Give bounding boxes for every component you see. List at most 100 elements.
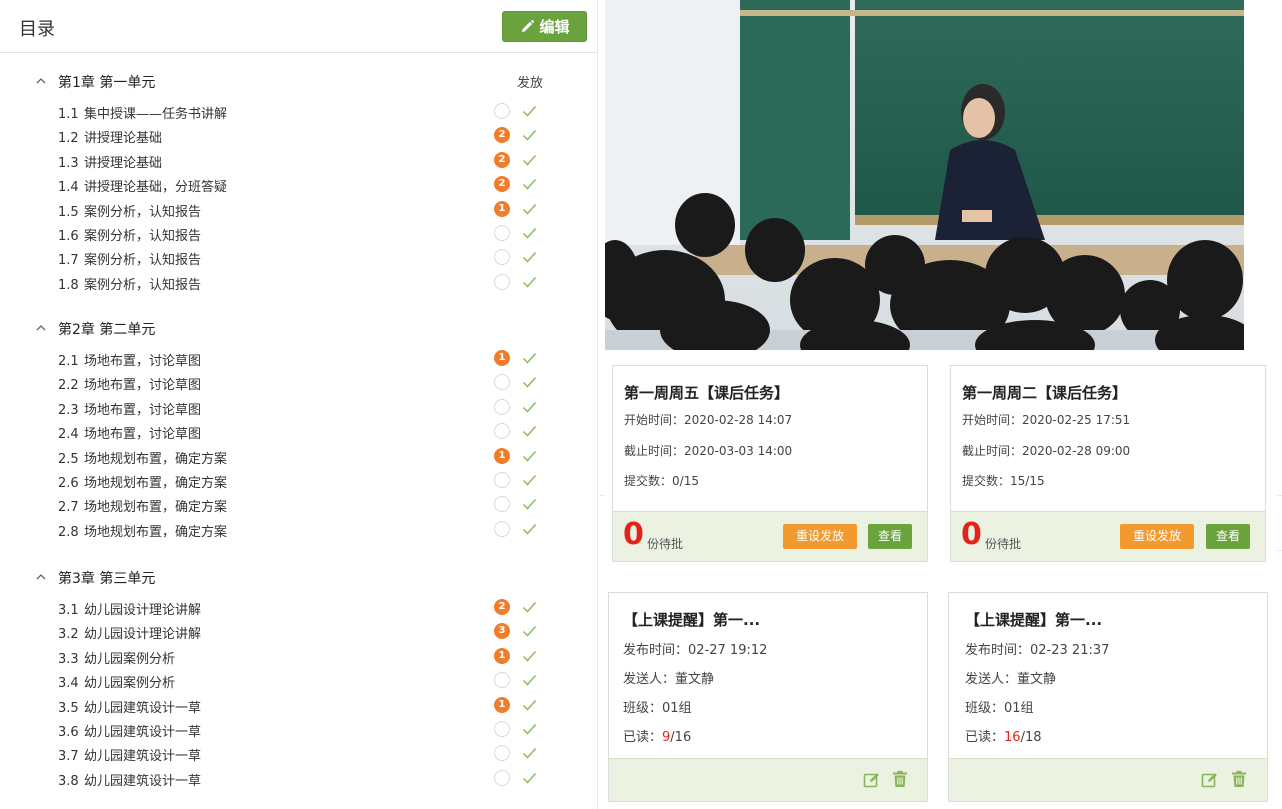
- notice-class: 班级：01组: [965, 701, 1034, 716]
- checkmark-icon[interactable]: [522, 226, 537, 240]
- checkmark-icon[interactable]: [522, 104, 537, 118]
- lesson-item[interactable]: 1.4 讲授理论基础，分班答疑 2: [0, 173, 598, 197]
- lesson-item[interactable]: 1.3 讲授理论基础 2: [0, 149, 598, 173]
- checkmark-icon[interactable]: [522, 722, 537, 736]
- pending-count: 0: [623, 517, 644, 552]
- lesson-item[interactable]: 1.2 讲授理论基础 2: [0, 124, 598, 148]
- notice-publish-time: 发布时间：02-27 19:12: [623, 643, 768, 658]
- chevron-up-icon[interactable]: [36, 572, 46, 582]
- notice-card[interactable]: 【上课提醒】第一... 发布时间：02-27 19:12 发送人：董文静 班级：…: [608, 592, 928, 802]
- checkmark-icon[interactable]: [522, 624, 537, 638]
- checkmark-icon[interactable]: [522, 153, 537, 167]
- lesson-item[interactable]: 1.8 案例分析，认知报告: [0, 271, 598, 295]
- task-card[interactable]: 第一周周二【课后任务】 开始时间：2020-02-25 17:51 截止时间：2…: [950, 365, 1266, 562]
- task-card[interactable]: 第一周周五【课后任务】 开始时间：2020-02-28 14:07 截止时间：2…: [612, 365, 928, 562]
- chapter-title: 第1章 第一单元: [58, 75, 156, 91]
- lesson-title: 2.5 场地规划布置，确定方案: [58, 451, 228, 467]
- checkmark-icon[interactable]: [522, 649, 537, 663]
- checkmark-icon[interactable]: [522, 424, 537, 438]
- count-badge: 2: [494, 599, 510, 615]
- task-submissions: 提交数：0/15: [624, 474, 699, 488]
- checkmark-icon[interactable]: [522, 177, 537, 191]
- lesson-title: 1.7 案例分析，认知报告: [58, 253, 202, 269]
- lesson-item[interactable]: 1.1 集中授课——任务书讲解: [0, 100, 598, 124]
- checkmark-icon[interactable]: [522, 522, 537, 536]
- task-footer: 0 份待批 重设发放 查看: [951, 511, 1265, 561]
- notice-footer: [949, 758, 1267, 801]
- chapter-header[interactable]: 第1章 第一单元: [0, 70, 598, 94]
- lesson-item[interactable]: 1.5 案例分析，认知报告 1: [0, 198, 598, 222]
- chevron-up-icon[interactable]: [36, 323, 46, 333]
- lesson-title: 2.2 场地布置，讨论草图: [58, 378, 202, 394]
- empty-circle-icon: [494, 224, 510, 241]
- checkmark-icon[interactable]: [522, 250, 537, 264]
- lesson-item[interactable]: 2.4 场地布置，讨论草图: [0, 420, 598, 444]
- lesson-item[interactable]: 3.7 幼儿园建筑设计一草: [0, 742, 598, 766]
- checkmark-icon[interactable]: [522, 771, 537, 785]
- catalog-title: 目录: [19, 19, 55, 40]
- trash-icon[interactable]: [891, 770, 909, 788]
- checkmark-icon[interactable]: [522, 375, 537, 389]
- chevron-up-icon[interactable]: [36, 76, 46, 86]
- notice-card[interactable]: 【上课提醒】第一... 发布时间：02-23 21:37 发送人：董文静 班级：…: [948, 592, 1268, 802]
- lesson-item[interactable]: 3.8 幼儿园建筑设计一草: [0, 767, 598, 791]
- notice-read-count: 已读：9/16: [623, 730, 692, 745]
- notice-footer: [609, 758, 927, 801]
- checkmark-icon[interactable]: [522, 202, 537, 216]
- trash-icon[interactable]: [1230, 770, 1248, 788]
- checkmark-icon[interactable]: [522, 275, 537, 289]
- lesson-title: 1.4 讲授理论基础，分班答疑: [58, 180, 228, 196]
- lesson-item[interactable]: 3.1 幼儿园设计理论讲解 2: [0, 596, 598, 620]
- chapter-section: 第2章 第二单元 2.1 场地布置，讨论草图 1 2.2 场地布置，讨论草图 2.3 场地布置…: [0, 317, 598, 542]
- empty-circle-icon: [494, 496, 510, 513]
- checkmark-icon[interactable]: [522, 698, 537, 712]
- checkmark-icon[interactable]: [522, 400, 537, 414]
- chapter-title: 第2章 第二单元: [58, 322, 156, 338]
- checkmark-icon[interactable]: [522, 497, 537, 511]
- lesson-item[interactable]: 2.8 场地规划布置，确定方案: [0, 518, 598, 542]
- chapter-header[interactable]: 第2章 第二单元: [0, 317, 598, 341]
- lesson-item[interactable]: 1.6 案例分析，认知报告: [0, 222, 598, 246]
- notice-title: 【上课提醒】第一...: [623, 611, 761, 629]
- chapter-header[interactable]: 第3章 第三单元: [0, 566, 598, 590]
- lesson-item[interactable]: 2.6 场地规划布置，确定方案: [0, 469, 598, 493]
- count-badge: 1: [494, 647, 510, 664]
- empty-circle-icon: [494, 273, 510, 290]
- checkmark-icon[interactable]: [522, 673, 537, 687]
- lesson-item[interactable]: 3.6 幼儿园建筑设计一草: [0, 718, 598, 742]
- view-button[interactable]: 查看: [868, 524, 912, 549]
- count-badge: 3: [494, 623, 510, 640]
- edit-button[interactable]: 编辑: [502, 11, 587, 42]
- reset-distribute-button[interactable]: 重设发放: [783, 524, 857, 549]
- checkmark-icon[interactable]: [522, 600, 537, 614]
- lesson-item[interactable]: 2.7 场地规划布置，确定方案: [0, 493, 598, 517]
- checkmark-icon[interactable]: [522, 351, 537, 365]
- checkmark-icon[interactable]: [522, 128, 537, 142]
- lesson-item[interactable]: 3.3 幼儿园案例分析 1: [0, 645, 598, 669]
- lesson-item[interactable]: 3.2 幼儿园设计理论讲解 3: [0, 620, 598, 644]
- chapter-section: 第3章 第三单元 3.1 幼儿园设计理论讲解 2 3.2 幼儿园设计理论讲解 3 3.3 幼儿园…: [0, 566, 598, 791]
- checkmark-icon[interactable]: [522, 746, 537, 760]
- pencil-icon: [522, 19, 535, 32]
- task-end-time: 截止时间：2020-02-28 09:00: [962, 444, 1131, 458]
- lesson-item[interactable]: 2.2 场地布置，讨论草图: [0, 371, 598, 395]
- lesson-item[interactable]: 3.5 幼儿园建筑设计一草 1: [0, 694, 598, 718]
- chapter-section: 第1章 第一单元 1.1 集中授课——任务书讲解 1.2 讲授理论基础 2 1.3 讲授理论基…: [0, 70, 598, 295]
- lesson-item[interactable]: 2.5 场地规划布置，确定方案 1: [0, 445, 598, 469]
- checkmark-icon[interactable]: [522, 473, 537, 487]
- empty-circle-icon: [494, 720, 510, 737]
- checkmark-icon[interactable]: [522, 449, 537, 463]
- lesson-item[interactable]: 3.4 幼儿园案例分析: [0, 669, 598, 693]
- edit-button-label: 编辑: [539, 18, 570, 36]
- lesson-title: 3.1 幼儿园设计理论讲解: [58, 603, 202, 618]
- lesson-item[interactable]: 2.1 场地布置，讨论草图 1: [0, 347, 598, 371]
- lesson-item[interactable]: 1.7 案例分析，认知报告: [0, 246, 598, 270]
- reset-distribute-button[interactable]: 重设发放: [1120, 524, 1194, 549]
- notice-title: 【上课提醒】第一...: [965, 611, 1103, 629]
- edit-icon[interactable]: [863, 771, 881, 789]
- view-button[interactable]: 查看: [1206, 524, 1250, 549]
- lesson-title: 3.3 幼儿园案例分析: [58, 651, 176, 667]
- edit-icon[interactable]: [1201, 771, 1219, 789]
- lesson-item[interactable]: 2.3 场地布置，讨论草图: [0, 396, 598, 420]
- lesson-title: 2.7 场地规划布置，确定方案: [58, 500, 228, 516]
